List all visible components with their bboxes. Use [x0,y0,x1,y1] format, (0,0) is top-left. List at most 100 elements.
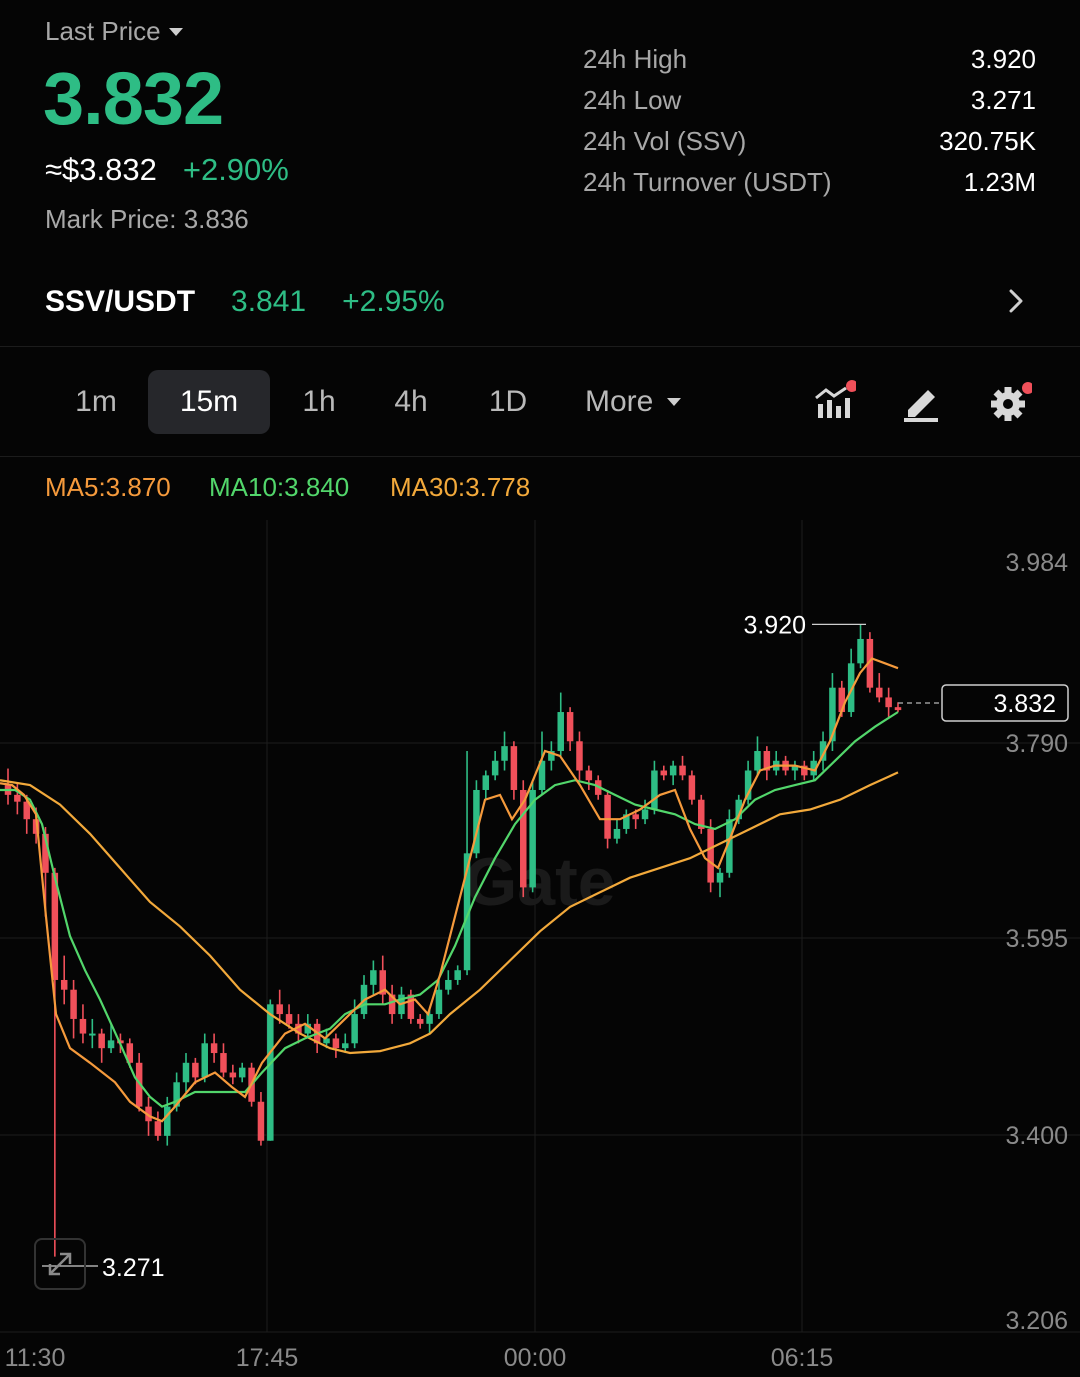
candle-body [876,687,883,698]
candle-body [604,794,611,839]
candle-body [201,1043,208,1078]
pair-row[interactable]: SSV/USDT 3.841 +2.95% [45,285,445,319]
candles [4,624,902,1257]
candle-body [332,1038,340,1049]
x-tick-label: 06:15 [771,1344,834,1372]
candle-body [164,1106,171,1136]
candle-body [426,1014,433,1024]
expand-chart-button[interactable] [34,1238,86,1290]
candle-body [60,979,68,990]
candle-body [613,828,621,839]
stat-label: 24h Low [583,85,682,115]
ma5-label: MA5:3.870 [45,472,171,502]
candle-body [651,770,658,810]
expand-icon [48,1252,72,1276]
candle-body [557,712,564,752]
ma30-label: MA30:3.778 [390,472,531,502]
candle-body [894,707,902,711]
mark-price-label: Mark Price: [45,204,177,234]
indicators-icon[interactable] [812,380,856,424]
candle-body [276,1004,283,1015]
stat-label: 24h High [583,44,688,74]
usd-price-row: ≈$3.832 +2.90% [45,152,289,188]
y-tick-label: 3.206 [1005,1307,1068,1335]
last-price-dropdown[interactable]: Last Price [45,16,183,47]
candle-body [482,775,490,790]
ma10-line [0,711,899,1108]
stat-value: 1.23M [963,167,1036,197]
candle-body [885,697,892,708]
candlestick-chart[interactable]: Gate 3.984 3.790 3.595 3.400 3.206 11:30 17:4… [0,520,1080,1377]
candle-body [688,775,696,800]
candle-body [510,746,518,790]
last-price-value: 3.832 [43,57,224,140]
tab-1m[interactable]: 1m [56,370,136,434]
candle-body [285,1014,293,1024]
candle-body [491,760,499,776]
candle-body [210,1043,218,1054]
tab-15m[interactable]: 15m [148,370,270,434]
candle-body [707,828,714,883]
x-tick-label: 11:30 [5,1344,66,1372]
pair-name: SSV/USDT [45,285,196,318]
ma30-line [0,771,899,1055]
pair-change: +2.95% [342,285,445,318]
stat-label: 24h Vol (SSV) [583,126,747,156]
high-marker-label: 3.920 [743,611,806,639]
candle-body [576,741,583,771]
candle-body [229,1072,237,1078]
pair-price: 3.841 [231,285,307,318]
candle-body [14,794,21,802]
candle-body [70,989,77,1019]
stat-value: 320.75K [939,126,1036,156]
tab-4h[interactable]: 4h [374,370,448,434]
candle-body [669,765,677,776]
candle-body [342,1043,349,1049]
more-label: More [585,385,654,418]
candle-body [445,979,452,990]
candle-body [454,970,461,980]
draw-icon[interactable] [900,380,944,424]
tab-more[interactable]: More [585,370,705,434]
candle-body [754,751,761,771]
candle-body [238,1067,246,1078]
candle-body [501,746,508,761]
stat-label: 24h Turnover (USDT) [583,167,832,197]
candle-body [435,989,443,1015]
ma5-line [0,657,899,1123]
y-axis-ticks: 3.984 3.790 3.595 3.400 3.206 [1005,549,1068,1335]
candle-body [716,872,724,883]
stat-value: 3.271 [970,85,1036,115]
candle-body [679,765,686,776]
stat-24h-turnover: 24h Turnover (USDT) 1.23M [583,167,1036,198]
candle-body [416,1018,424,1024]
candle-body [632,814,639,820]
candle-body [641,809,649,820]
tab-1h[interactable]: 1h [282,370,356,434]
chart-grid [0,520,1080,1333]
tab-1d[interactable]: 1D [466,370,550,434]
candle-body [566,712,574,742]
chevron-right-icon[interactable] [1002,286,1030,316]
caret-down-icon [168,27,183,36]
candle-body [257,1101,265,1141]
stat-24h-low: 24h Low 3.271 [583,85,1036,116]
divider [0,346,1080,347]
last-price-label: Last Price [45,16,161,46]
candle-body [857,638,864,664]
y-tick-label: 3.400 [1005,1122,1068,1150]
candle-body [351,1014,358,1044]
candle-body [98,1033,105,1049]
candle-body [220,1053,227,1073]
stat-24h-vol: 24h Vol (SSV) 320.75K [583,126,1036,157]
low-marker-label: 3.271 [102,1254,165,1282]
current-price-value: 3.832 [993,690,1056,718]
mark-price-value: 3.836 [183,204,249,234]
y-tick-label: 3.984 [1005,549,1068,577]
candle-body [192,1062,199,1078]
candle-body [267,1004,274,1141]
settings-icon[interactable] [988,380,1032,424]
change-percent: +2.90% [182,152,289,187]
candle-body [370,970,377,985]
candle-body [585,770,593,781]
